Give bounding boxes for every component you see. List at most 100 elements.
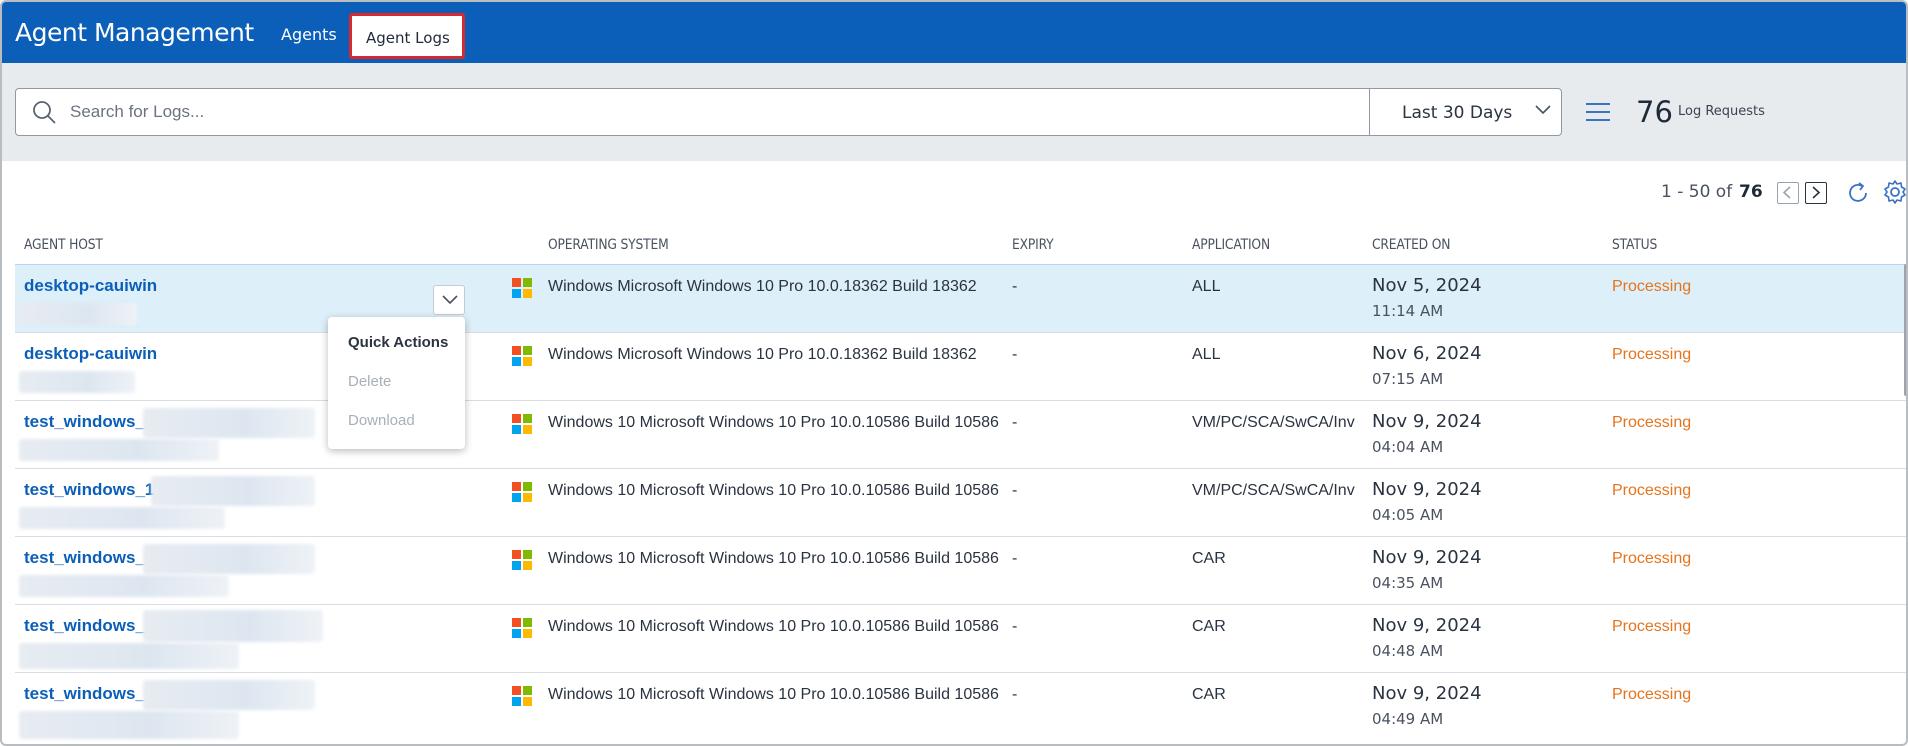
prev-page-button[interactable]	[1777, 182, 1799, 204]
windows-logo-icon	[512, 686, 532, 706]
status-text: Processing	[1612, 482, 1692, 499]
windows-logo-icon	[512, 346, 532, 366]
status-text: Processing	[1612, 278, 1692, 295]
quick-actions-menu: Quick Actions Delete Download	[328, 317, 465, 449]
created-date: Nov 5, 2024	[1372, 275, 1482, 296]
os-text: Windows 10 Microsoft Windows 10 Pro 10.0…	[548, 686, 999, 703]
col-agent-host[interactable]: Agent Host	[24, 237, 103, 253]
expiry-text: -	[1012, 414, 1018, 431]
table-scrollbar[interactable]	[1904, 264, 1906, 396]
pagination-range: 1 - 50 of	[1661, 182, 1733, 202]
col-expiry[interactable]: Expiry	[1012, 237, 1054, 253]
redacted-text	[19, 371, 135, 393]
expiry-text: -	[1012, 278, 1018, 295]
tab-agents[interactable]: Agents	[281, 25, 337, 44]
created-date: Nov 9, 2024	[1372, 615, 1482, 636]
application-text: ALL	[1192, 278, 1221, 295]
expiry-text: -	[1012, 686, 1018, 703]
redacted-text	[19, 439, 219, 461]
created-time: 04:35 AM	[1372, 574, 1444, 592]
col-created-on[interactable]: Created On	[1372, 237, 1450, 253]
search-input[interactable]	[70, 99, 1350, 125]
status-text: Processing	[1612, 686, 1692, 703]
date-range-value: Last 30 Days	[1402, 103, 1513, 123]
os-text: Windows 10 Microsoft Windows 10 Pro 10.0…	[548, 414, 999, 431]
redacted-text	[143, 680, 315, 710]
date-range-select[interactable]: Last 30 Days	[1369, 88, 1562, 136]
table-row[interactable]: test_windows_ Windows 10 Microsoft Windo…	[15, 604, 1906, 672]
expiry-text: -	[1012, 618, 1018, 635]
pagination-total: 76	[1739, 182, 1763, 202]
gear-icon[interactable]	[1882, 179, 1908, 205]
application-text: VM/PC/SCA/SwCA/Inve	[1192, 414, 1355, 431]
windows-logo-icon	[512, 482, 532, 502]
status-text: Processing	[1612, 618, 1692, 635]
chevron-right-icon	[1812, 186, 1821, 199]
created-date: Nov 9, 2024	[1372, 683, 1482, 704]
delete-menu-item[interactable]: Delete	[348, 373, 391, 390]
table-row[interactable]: test_windows_ Windows 10 Microsoft Windo…	[15, 536, 1906, 604]
os-text: Windows 10 Microsoft Windows 10 Pro 10.0…	[548, 550, 999, 567]
chevron-down-icon	[1535, 105, 1551, 115]
search-box[interactable]	[15, 88, 1370, 136]
windows-logo-icon	[512, 550, 532, 570]
agent-host-link[interactable]: test_windows_	[24, 616, 145, 636]
col-application[interactable]: Application	[1192, 237, 1270, 253]
agent-host-link[interactable]: test_windows_	[24, 412, 145, 432]
windows-logo-icon	[512, 618, 532, 638]
status-text: Processing	[1612, 414, 1692, 431]
agent-host-link[interactable]: desktop-cauiwin	[24, 276, 157, 296]
os-text: Windows Microsoft Windows 10 Pro 10.0.18…	[548, 278, 977, 295]
redacted-text	[19, 507, 225, 529]
redacted-text	[17, 303, 137, 325]
windows-logo-icon	[512, 414, 532, 434]
filter-toolbar: Last 30 Days 76 Log Requests	[2, 63, 1906, 161]
windows-logo-icon	[512, 278, 532, 298]
redacted-text	[143, 408, 315, 438]
status-text: Processing	[1612, 346, 1692, 363]
agent-logs-window: Agent Management Agents Agent Logs Last …	[0, 0, 1908, 746]
agent-host-link[interactable]: test_windows_1	[24, 480, 154, 500]
table-row[interactable]: desktop-cauiwin Windows Microsoft Window…	[15, 332, 1906, 400]
agent-host-link[interactable]: test_windows_	[24, 684, 145, 704]
redacted-text	[151, 476, 315, 506]
agent-host-link[interactable]: desktop-cauiwin	[24, 344, 157, 364]
log-count-label: Log Requests	[1678, 104, 1765, 119]
app-title: Agent Management	[15, 18, 254, 47]
redacted-text	[19, 643, 239, 669]
created-date: Nov 6, 2024	[1372, 343, 1482, 364]
created-time: 04:04 AM	[1372, 438, 1444, 456]
agent-host-link[interactable]: test_windows_	[24, 548, 145, 568]
application-text: CAR	[1192, 550, 1226, 567]
created-time: 04:05 AM	[1372, 506, 1444, 524]
row-actions-button[interactable]	[433, 285, 465, 315]
chevron-down-icon	[442, 295, 458, 305]
application-text: VM/PC/SCA/SwCA/Inve	[1192, 482, 1355, 499]
application-text: CAR	[1192, 618, 1226, 635]
tab-agent-logs-label: Agent Logs	[366, 29, 450, 47]
table-row[interactable]: desktop-cauiwin Windows Microsoft Window…	[15, 264, 1906, 332]
table-row[interactable]: test_windows_ Windows 10 Microsoft Windo…	[15, 672, 1906, 740]
created-date: Nov 9, 2024	[1372, 547, 1482, 568]
col-operating-system[interactable]: Operating System	[548, 237, 669, 253]
created-time: 04:49 AM	[1372, 710, 1444, 728]
expiry-text: -	[1012, 550, 1018, 567]
log-count: 76	[1636, 95, 1673, 129]
chevron-left-icon	[1782, 186, 1791, 199]
table-row[interactable]: test_windows_ Windows 10 Microsoft Windo…	[15, 400, 1906, 468]
expiry-text: -	[1012, 482, 1018, 499]
menu-icon[interactable]	[1585, 102, 1611, 122]
next-page-button[interactable]	[1805, 182, 1827, 204]
search-icon	[33, 101, 56, 124]
tab-agent-logs[interactable]: Agent Logs	[349, 13, 465, 59]
table-row[interactable]: test_windows_1 Windows 10 Microsoft Wind…	[15, 468, 1906, 536]
download-menu-item[interactable]: Download	[348, 412, 415, 429]
os-text: Windows 10 Microsoft Windows 10 Pro 10.0…	[548, 618, 999, 635]
os-text: Windows 10 Microsoft Windows 10 Pro 10.0…	[548, 482, 999, 499]
created-time: 11:14 AM	[1372, 302, 1444, 320]
os-text: Windows Microsoft Windows 10 Pro 10.0.18…	[548, 346, 977, 363]
refresh-icon[interactable]	[1845, 180, 1871, 206]
status-text: Processing	[1612, 550, 1692, 567]
app-header: Agent Management Agents Agent Logs	[2, 2, 1906, 63]
col-status[interactable]: Status	[1612, 237, 1657, 253]
